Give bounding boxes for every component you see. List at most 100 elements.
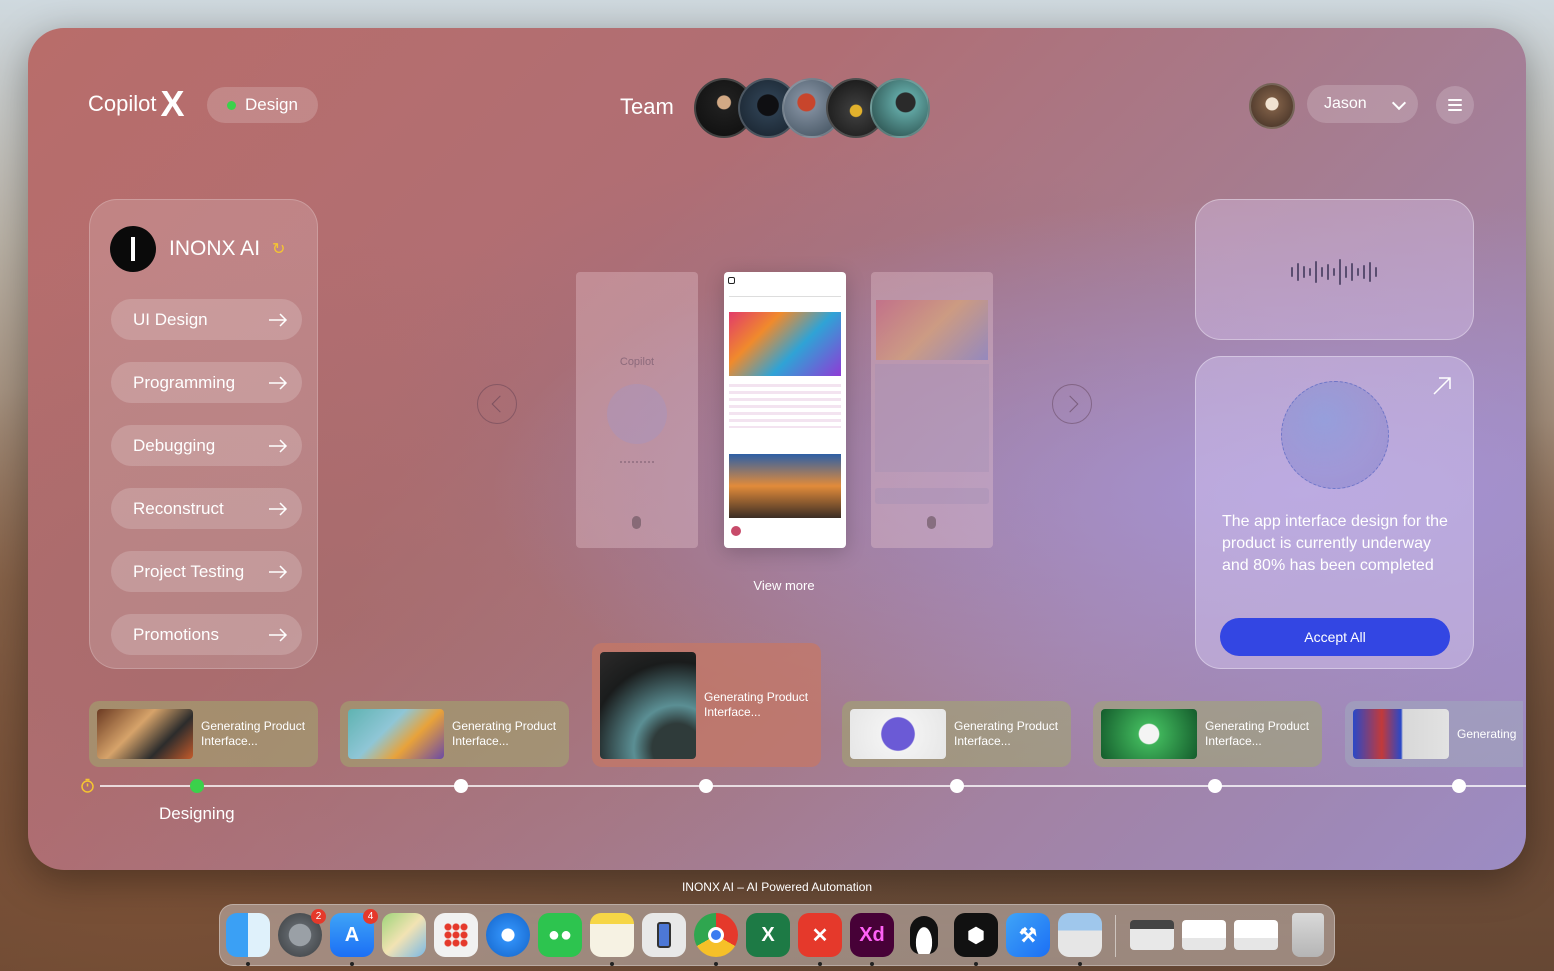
menu-button[interactable] xyxy=(1436,86,1474,124)
task-card[interactable]: Generating Product Interface... xyxy=(89,701,318,767)
carousel-prev-button[interactable] xyxy=(477,384,517,424)
notification-badge: 2 xyxy=(311,909,326,924)
window-icon[interactable] xyxy=(1130,920,1174,950)
mode-label: Design xyxy=(245,95,298,114)
mic-icon xyxy=(927,516,936,529)
iphone-mirroring-icon[interactable] xyxy=(642,913,686,957)
timeline-track xyxy=(100,785,1526,787)
timeline-stage-label: Designing xyxy=(159,804,235,823)
xd-file-icon[interactable] xyxy=(1234,920,1278,950)
app-logo[interactable]: Copilot X xyxy=(88,86,185,122)
brand-name: INONX AI xyxy=(169,237,261,260)
task-card[interactable]: Generating xyxy=(1345,701,1523,767)
finder-icon[interactable] xyxy=(226,913,270,957)
appstore-icon[interactable]: A4 xyxy=(330,909,378,957)
safari-icon[interactable] xyxy=(486,913,530,957)
phone-preview-center[interactable] xyxy=(724,272,846,548)
menu-icon xyxy=(1448,104,1462,106)
mode-badge[interactable]: Design xyxy=(207,87,318,123)
sidebar-item-label: Programming xyxy=(133,372,236,392)
phone-preview-right[interactable] xyxy=(871,272,993,548)
notification-badge: 4 xyxy=(363,909,378,924)
sphere-icon xyxy=(607,384,667,444)
timeline-dot[interactable] xyxy=(454,779,468,793)
qq-icon[interactable] xyxy=(902,913,946,957)
box-icon[interactable]: ⬢ xyxy=(954,913,998,957)
running-indicator xyxy=(974,962,978,966)
chrome-icon[interactable] xyxy=(694,913,738,957)
task-card[interactable]: Generating Product Interface... xyxy=(1093,701,1322,767)
xd-file-icon[interactable] xyxy=(1182,920,1226,950)
xmind-icon[interactable]: ✕ xyxy=(798,913,842,957)
sidebar-item-label: Reconstruct xyxy=(133,498,224,518)
timeline-dot[interactable] xyxy=(1208,779,1222,793)
running-indicator xyxy=(610,962,614,966)
notes-icon[interactable] xyxy=(590,913,634,957)
app-name-suffix: X xyxy=(160,83,185,124)
phone-preview-left[interactable]: Copilot xyxy=(576,272,698,548)
running-indicator xyxy=(246,962,250,966)
sidebar-item-label: Project Testing xyxy=(133,561,245,581)
task-card[interactable]: Generating Product Interface... xyxy=(842,701,1071,767)
avatar xyxy=(731,526,741,536)
sidebar-item-promotions[interactable]: Promotions xyxy=(111,614,302,655)
preview-icon[interactable] xyxy=(1058,913,1102,957)
sidebar-item-debugging[interactable]: Debugging xyxy=(111,425,302,466)
post-image xyxy=(729,454,841,518)
waveform-icon xyxy=(620,461,654,467)
expand-arrow-icon[interactable] xyxy=(1431,375,1453,397)
task-thumbnail xyxy=(850,709,946,759)
task-thumbnail xyxy=(348,709,444,759)
sidebar-item-label: Promotions xyxy=(133,624,219,644)
task-card-active[interactable]: Generating Product Interface... xyxy=(592,643,821,767)
launchpad-icon[interactable] xyxy=(434,913,478,957)
arrow-right-icon xyxy=(269,628,288,642)
post-image xyxy=(729,312,841,376)
waveform-icon xyxy=(1291,259,1377,285)
carousel-next-button[interactable] xyxy=(1052,384,1092,424)
timeline-dot[interactable] xyxy=(950,779,964,793)
dock-caption: INONX AI – AI Powered Automation xyxy=(681,880,873,894)
phone-app-icon xyxy=(728,277,735,284)
accept-all-button[interactable]: Accept All xyxy=(1220,618,1450,656)
sidebar-item-reconstruct[interactable]: Reconstruct xyxy=(111,488,302,529)
refresh-icon[interactable]: ↻ xyxy=(272,239,285,259)
running-indicator xyxy=(870,962,874,966)
sidebar-item-project-testing[interactable]: Project Testing xyxy=(111,551,302,592)
wechat-icon[interactable]: ●● xyxy=(538,913,582,957)
task-label: Generating Product Interface... xyxy=(954,719,1059,748)
maps-icon[interactable] xyxy=(382,913,426,957)
voice-card[interactable] xyxy=(1195,199,1474,340)
grid-icon xyxy=(444,923,468,947)
dock-separator xyxy=(1115,915,1116,957)
timeline-dot[interactable] xyxy=(699,779,713,793)
post-image xyxy=(876,300,988,360)
arrow-right-icon xyxy=(269,313,288,327)
timer-icon xyxy=(81,778,94,793)
sidebar-item-ui-design[interactable]: UI Design xyxy=(111,299,302,340)
team-label: Team xyxy=(620,94,674,119)
timeline-dot[interactable] xyxy=(1452,779,1466,793)
dock: 2 A4 ●● X ✕ Xd ⬢ ⚒ xyxy=(219,904,1335,966)
settings-icon[interactable]: 2 xyxy=(278,909,326,957)
task-thumbnail xyxy=(97,709,193,759)
task-card[interactable]: Generating Product Interface... xyxy=(340,701,569,767)
excel-icon[interactable]: X xyxy=(746,913,790,957)
phone-tabs xyxy=(729,296,841,299)
xd-icon[interactable]: Xd xyxy=(850,913,894,957)
chrome-center-icon xyxy=(708,927,724,943)
app-window: Copilot X Design Team Jason INONX AI ↻ U… xyxy=(28,28,1526,870)
view-more-link[interactable]: View more xyxy=(728,578,840,593)
menu-icon xyxy=(1448,109,1462,111)
xcode-icon[interactable]: ⚒ xyxy=(1006,913,1050,957)
brand-logo-icon xyxy=(110,226,156,272)
user-dropdown[interactable]: Jason xyxy=(1307,85,1418,123)
user-avatar[interactable] xyxy=(1249,83,1295,129)
post-text xyxy=(875,364,989,472)
avatar[interactable] xyxy=(870,78,930,138)
timeline-dot-active[interactable] xyxy=(190,779,204,793)
trash-icon[interactable] xyxy=(1292,913,1324,957)
post-text xyxy=(729,384,841,428)
status-message: The app interface design for the product… xyxy=(1222,513,1448,574)
sidebar-item-programming[interactable]: Programming xyxy=(111,362,302,403)
